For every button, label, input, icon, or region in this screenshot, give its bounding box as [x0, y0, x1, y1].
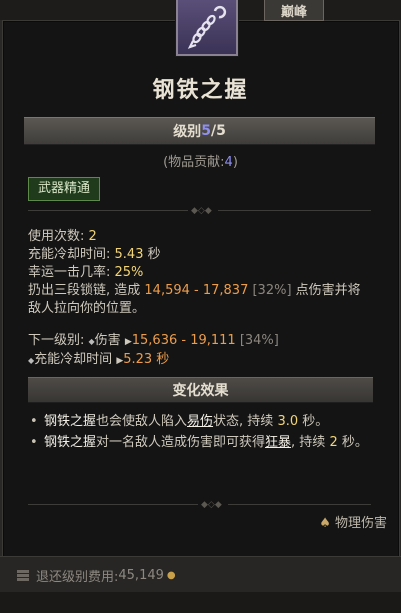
next-cooldown-label: 充能冷却时间 — [34, 352, 113, 367]
bullet-icon: • — [30, 414, 38, 429]
keyword-vulnerable[interactable]: 易伤 — [187, 414, 213, 429]
cooldown-unit: 秒 — [143, 247, 161, 262]
next-cooldown-line: ◆充能冷却时间 ▶5.23 秒 — [28, 351, 373, 370]
ornament-icon: ◆◇◆ — [191, 206, 212, 216]
effect-text: 秒。 — [337, 435, 368, 450]
ornament-icon: ◆◇◆ — [201, 500, 222, 510]
desc-a: 扔出三段锁链, 造成 — [28, 283, 145, 298]
skill-description: 扔出三段锁链, 造成 14,594 - 17,837 [32%] 点伤害并将敌人… — [28, 282, 373, 318]
desc-percent: [32%] — [248, 283, 292, 298]
refund-icon[interactable] — [16, 568, 30, 582]
skill-stats: 使用次数: 2 充能冷却时间: 5.43 秒 幸运一击几率: 25% 扔出三段锁… — [28, 228, 373, 318]
item-contribution: (物品贡献:4) — [0, 151, 401, 170]
refund-label: 退还级别费用: — [36, 569, 119, 585]
effect-text: 也会使敌人陷入 — [96, 414, 188, 429]
contrib-value: 4 — [224, 155, 233, 170]
next-damage-label: 伤害 — [94, 333, 121, 348]
next-damage-line: 下一级别: ◆伤害 ▶15,636 - 19,111 [34%] — [28, 332, 373, 351]
physical-damage-icon: ♠ — [319, 516, 331, 531]
next-level-label: 下一级别: — [28, 333, 89, 348]
cooldown-label: 充能冷却时间: — [28, 247, 115, 262]
divider-top: ◆◇◆ — [28, 206, 371, 216]
damage-type-label: 物理伤害 — [334, 516, 387, 531]
next-damage-value: 15,636 - 19,111 — [131, 333, 236, 348]
effect-text: 状态, 持续 — [213, 414, 278, 429]
divider-bottom: ◆◇◆ — [28, 500, 371, 510]
refund-bar: 退还级别费用: 45,149 ● — [0, 556, 401, 593]
next-damage-percent: [34%] — [235, 333, 279, 348]
cooldown-line: 充能冷却时间: 5.43 秒 — [28, 246, 373, 264]
effect-skill-name: 钢铁之握 — [44, 435, 97, 450]
effect-value: 2 — [329, 435, 338, 450]
effect-text: 对一名敌人造成伤害即可获得 — [96, 435, 266, 450]
chain-hook-icon — [187, 5, 227, 49]
skill-icon-frame[interactable] — [176, 0, 238, 56]
arrow-right-icon: ▶ — [124, 337, 132, 347]
effects-header: 变化效果 — [28, 377, 373, 403]
keyword-berserk[interactable]: 狂暴 — [265, 435, 291, 450]
bottom-strip — [0, 592, 401, 613]
lucky-line: 幸运一击几率: 25% — [28, 264, 373, 282]
gold-icon: ● — [166, 569, 176, 581]
rank-max: 5 — [216, 123, 226, 139]
rank-bar: 级别 5/5 — [24, 117, 375, 145]
effect-text: , 持续 — [291, 435, 330, 450]
next-cooldown-value: 5.23 秒 — [123, 352, 170, 367]
lucky-label: 幸运一击几率: — [28, 265, 115, 280]
effect-skill-name: 钢铁之握 — [44, 414, 97, 429]
effect-text: 秒。 — [298, 414, 329, 429]
uses-label: 使用次数: — [28, 229, 89, 244]
desc-damage: 14,594 - 17,837 — [144, 283, 249, 298]
contrib-suffix: ) — [232, 155, 238, 170]
rank-prefix: 级别 — [173, 124, 202, 140]
cooldown-value: 5.43 — [114, 247, 144, 262]
contrib-prefix: (物品贡献: — [163, 155, 225, 170]
skill-name: 钢铁之握 — [152, 78, 249, 103]
effects-list: • 钢铁之握也会使敌人陷入易伤状态, 持续 3.0 秒。 • 钢铁之握对一名敌人… — [28, 412, 373, 454]
uses-value: 2 — [88, 229, 97, 244]
next-level-info: 下一级别: ◆伤害 ▶15,636 - 19,111 [34%] ◆充能冷却时间… — [28, 332, 373, 370]
rank-current: 5 — [201, 123, 211, 139]
tab-paragon[interactable]: 巅峰 — [264, 0, 324, 21]
uses-line: 使用次数: 2 — [28, 228, 373, 246]
effect-item: • 钢铁之握对一名敌人造成伤害即可获得狂暴, 持续 2 秒。 — [28, 433, 373, 452]
bullet-icon: • — [30, 435, 38, 450]
effect-value: 3.0 — [277, 414, 299, 429]
refund-value: 45,149 — [118, 567, 164, 583]
skill-tag: 武器精通 — [28, 177, 101, 201]
lucky-value: 25% — [114, 265, 144, 280]
damage-type: ♠ 物理伤害 — [319, 512, 387, 531]
effect-item: • 钢铁之握也会使敌人陷入易伤状态, 持续 3.0 秒。 — [28, 412, 373, 431]
